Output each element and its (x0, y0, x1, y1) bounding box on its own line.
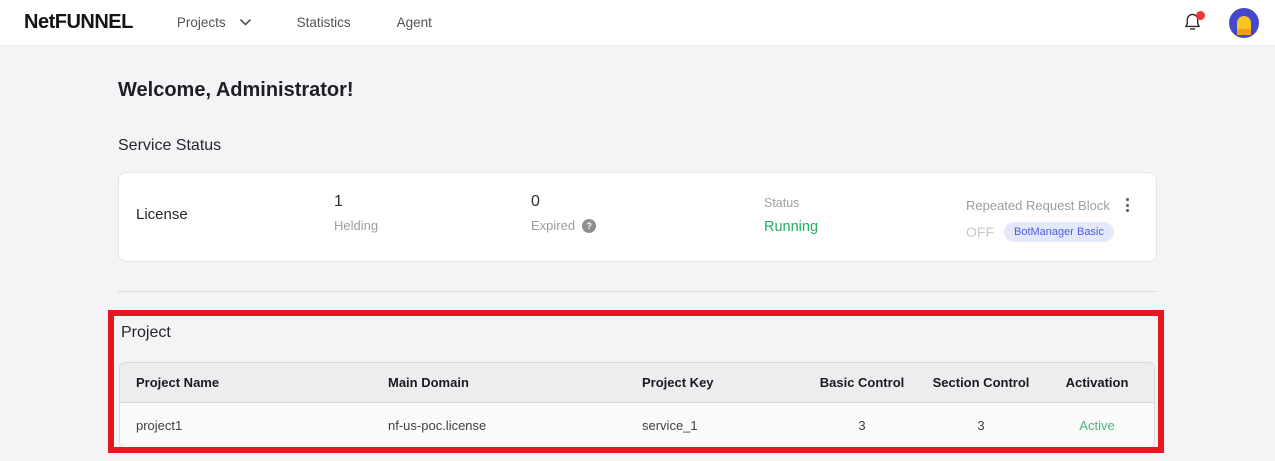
cell-project-key: service_1 (642, 417, 698, 433)
license-stat-expired: 0 Expired ? (531, 193, 597, 233)
cell-activation-status: Active (1079, 417, 1115, 433)
service-status-heading: Service Status (118, 137, 222, 154)
cell-section-control: 3 (977, 417, 985, 433)
chevron-down-icon (239, 19, 251, 26)
expired-count: 0 (531, 193, 540, 210)
table-header-row: Project Name Main Domain Project Key Bas… (120, 363, 1154, 403)
expired-label-row: Expired ? (531, 218, 597, 233)
welcome-heading: Welcome, Administrator! (118, 79, 354, 101)
table-row[interactable]: project1 nf-us-poc.license service_1 3 3… (120, 403, 1154, 447)
kebab-menu-icon[interactable] (1122, 196, 1133, 214)
notification-bell-icon[interactable] (1183, 11, 1205, 35)
status-value: Running (764, 219, 819, 235)
expired-label: Expired (531, 218, 576, 233)
nav-item-label: Projects (176, 15, 226, 30)
helding-label: Helding (334, 218, 379, 233)
nav-item-label: Agent (396, 15, 432, 30)
main-nav: Projects Statistics Agent (177, 15, 432, 30)
license-card-title: License (136, 206, 188, 223)
botmanager-badge: BotManager Basic (1004, 222, 1114, 242)
col-header-basic-control: Basic Control (819, 375, 905, 390)
nav-item-label: Statistics (296, 15, 351, 30)
repeated-request-block: Repeated Request Block OFF BotManager Ba… (966, 196, 1133, 242)
navbar-right (1183, 0, 1275, 46)
cell-project-name[interactable]: project1 (120, 418, 372, 433)
col-header-project-key: Project Key (642, 375, 714, 390)
notification-dot (1196, 11, 1205, 20)
license-stat-helding: 1 Helding (334, 193, 378, 233)
avatar-figure-bottom (1237, 29, 1251, 35)
nav-item-agent[interactable]: Agent (397, 15, 432, 30)
project-section-heading: Project (121, 324, 171, 341)
repeated-request-block-label: Repeated Request Block (966, 197, 1110, 213)
project-table: Project Name Main Domain Project Key Bas… (119, 362, 1155, 448)
col-header-project-name: Project Name (136, 375, 220, 390)
helding-count: 1 (334, 193, 343, 210)
cell-main-domain: nf-us-poc.license (388, 417, 487, 433)
netfunnel-logo[interactable]: NetFUNNEL (24, 11, 133, 34)
rrb-state-off: OFF (966, 224, 994, 240)
nav-item-projects[interactable]: Projects (177, 15, 251, 30)
cell-basic-control: 3 (858, 417, 866, 433)
netfunnel-dashboard: NetFUNNEL Projects Statistics Agent Welc… (0, 0, 1275, 461)
license-card: License 1 Helding 0 Expired ? Status Run… (118, 172, 1157, 262)
help-icon[interactable]: ? (582, 218, 597, 233)
top-navbar: NetFUNNEL Projects Statistics Agent (0, 0, 1275, 46)
user-avatar[interactable] (1229, 8, 1259, 38)
nav-item-statistics[interactable]: Statistics (297, 15, 351, 30)
status-label: Status (764, 196, 800, 210)
service-status-block: Status Running (764, 196, 818, 235)
section-divider (118, 291, 1157, 292)
col-header-section-control: Section Control (932, 375, 1030, 390)
col-header-main-domain: Main Domain (388, 375, 469, 390)
col-header-activation: Activation (1065, 375, 1129, 390)
